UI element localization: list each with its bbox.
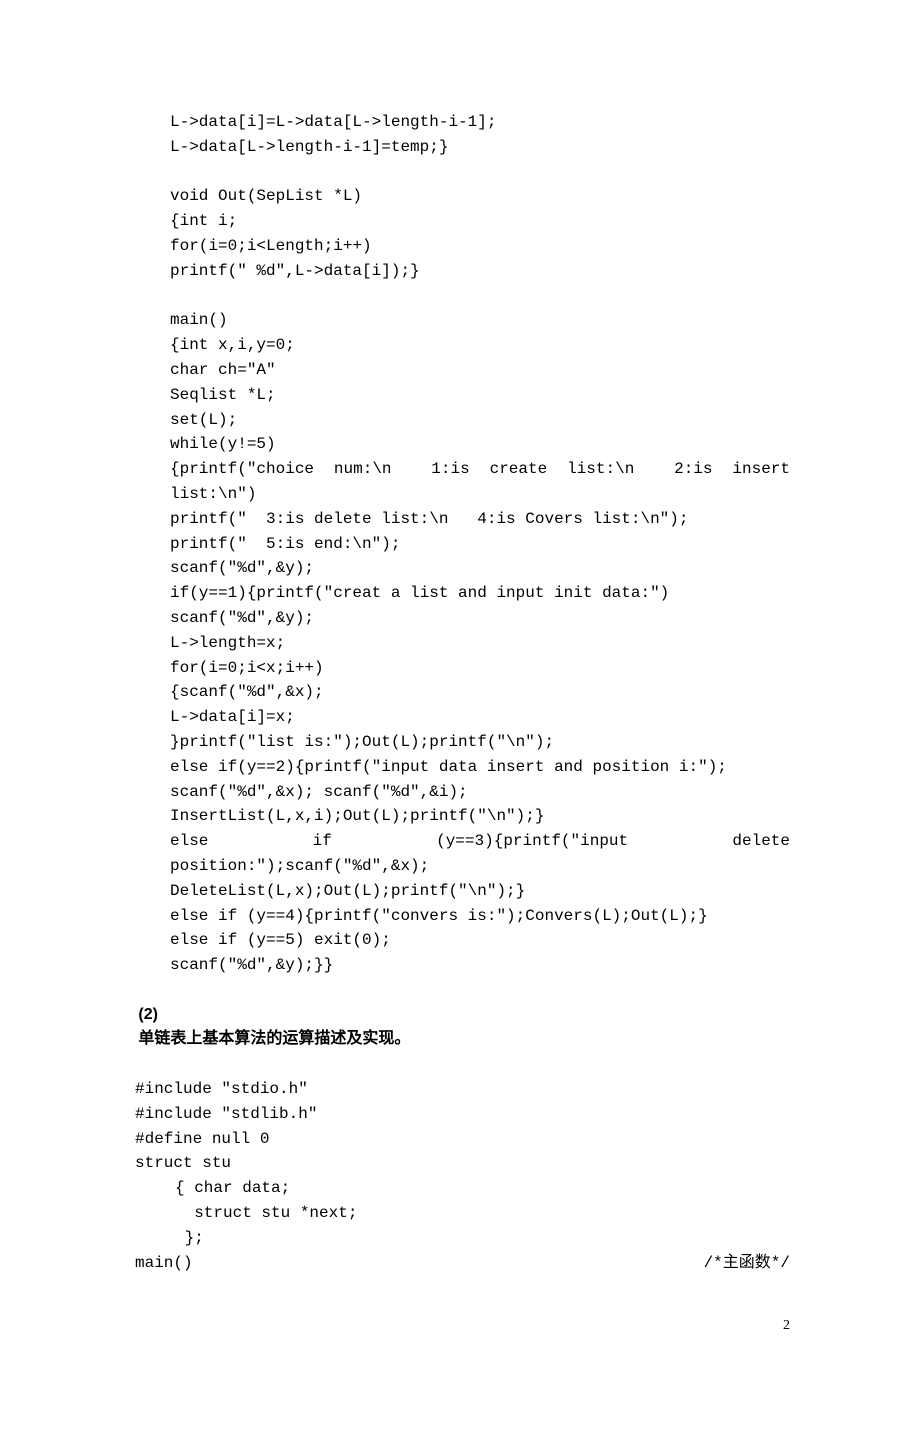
code-block-3: { char data; struct stu *next; };: [175, 1176, 790, 1250]
main-left: main(): [135, 1251, 193, 1276]
code-block-1: L->data[i]=L->data[L->length-i-1]; L->da…: [170, 110, 790, 978]
page-number: 2: [130, 1315, 790, 1337]
code-block-2: #include "stdio.h" #include "stdlib.h" #…: [135, 1077, 790, 1176]
heading-text: 单链表上基本算法的运算描述及实现。: [138, 1030, 410, 1047]
main-right: /*主函数*/: [704, 1251, 790, 1276]
heading-number: (2): [138, 1006, 158, 1023]
main-line: main() /*主函数*/: [135, 1251, 790, 1276]
document-page: L->data[i]=L->data[L->length-i-1]; L->da…: [0, 0, 920, 1437]
section-heading: (2) 单链表上基本算法的运算描述及实现。: [100, 978, 790, 1077]
